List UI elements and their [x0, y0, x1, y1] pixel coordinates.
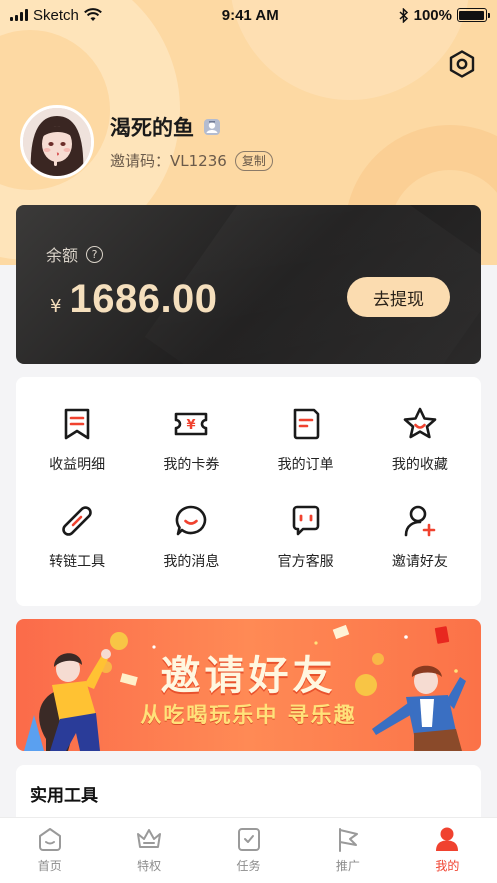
menu-item-earnings[interactable]: 收益明细 — [20, 391, 134, 489]
tab-label: 特权 — [137, 859, 162, 873]
service-icon — [292, 505, 319, 536]
ticket-icon: ¥ — [175, 412, 208, 436]
tab-bar: 首页 特权 任务 推广 我的 — [0, 817, 497, 883]
balance-label-row: 余额 ? — [46, 242, 104, 266]
flag-icon — [338, 828, 358, 852]
wifi-icon — [83, 8, 102, 21]
home-icon — [38, 828, 61, 851]
balance-amount: ¥ 1686.00 — [50, 277, 218, 322]
menu-item-messages[interactable]: 我的消息 — [134, 489, 248, 587]
banner-title: 邀请好友 — [160, 653, 337, 699]
battery-icon — [456, 8, 490, 22]
menu-item-label: 收益明细 — [49, 456, 106, 473]
crown-icon — [137, 829, 162, 848]
menu-item-label: 我的卡券 — [163, 456, 220, 473]
battery-percent: 100% — [413, 6, 452, 24]
currency-symbol: ¥ — [50, 296, 62, 317]
carrier-label: Sketch — [33, 6, 79, 24]
tab-label: 推广 — [335, 859, 360, 873]
status-time: 9:41 AM — [221, 6, 279, 24]
menu-item-favorites[interactable]: 我的收藏 — [363, 391, 477, 489]
tab-home[interactable]: 首页 — [0, 818, 99, 883]
menu-item-orders[interactable]: 我的订单 — [249, 391, 363, 489]
menu-item-invite[interactable]: 邀请好友 — [363, 489, 477, 587]
withdraw-button[interactable]: 去提现 — [347, 277, 450, 317]
chat-bubble-icon — [176, 505, 207, 536]
bookmark-list-icon — [64, 408, 90, 440]
tab-label: 任务 — [236, 859, 261, 873]
menu-item-label: 我的订单 — [277, 456, 334, 473]
tab-promote[interactable]: 推广 — [298, 818, 397, 883]
tab-label: 我的 — [435, 859, 460, 873]
user-icon — [436, 827, 459, 851]
copy-button[interactable]: 复制 — [234, 150, 273, 171]
help-icon[interactable]: ? — [86, 245, 104, 263]
avatar[interactable] — [20, 105, 94, 179]
balance-card: 余额 ? ¥ 1686.00 去提现 — [16, 205, 481, 364]
bluetooth-icon — [399, 7, 408, 23]
signal-icon — [10, 9, 28, 21]
invite-code-label: 邀请码： — [110, 152, 171, 170]
order-doc-icon — [293, 408, 319, 440]
tab-mine[interactable]: 我的 — [398, 818, 497, 883]
svg-text:¥: ¥ — [187, 418, 196, 433]
menu-item-customer-service[interactable]: 官方客服 — [249, 489, 363, 587]
nickname: 渴死的鱼 — [110, 116, 194, 140]
nickname-row: 渴死的鱼 — [110, 112, 222, 142]
status-bar: Sketch 9:41 AM 100% — [0, 0, 497, 30]
banner-subtitle: 从吃喝玩乐中 寻乐趣 — [140, 703, 357, 727]
tools-title: 实用工具 — [30, 786, 98, 806]
menu-item-link-tool[interactable]: 转链工具 — [20, 489, 134, 587]
menu-item-label: 邀请好友 — [391, 554, 448, 571]
menu-item-label: 我的消息 — [163, 554, 220, 571]
link-icon — [62, 506, 92, 537]
tab-privilege[interactable]: 特权 — [99, 818, 198, 883]
invite-code-row: 邀请码： VL1236 复制 — [110, 150, 273, 171]
menu-grid: 收益明细 ¥ 我的卡券 我的订单 我的收藏 转链工具 我的消息 官方客服 邀请好… — [16, 377, 481, 606]
tab-tasks[interactable]: 任务 — [199, 818, 298, 883]
balance-value: 1686.00 — [69, 277, 218, 321]
star-icon — [403, 407, 437, 439]
add-user-icon — [404, 505, 436, 537]
task-icon — [237, 828, 260, 851]
hexagon-settings-icon — [449, 50, 475, 78]
balance-label: 余额 — [46, 246, 79, 265]
tools-section: 实用工具 — [16, 765, 481, 825]
invite-banner[interactable]: 邀请好友 从吃喝玩乐中 寻乐趣 — [16, 619, 481, 751]
menu-item-label: 我的收藏 — [391, 456, 448, 473]
invite-code-value: VL1236 — [170, 151, 227, 170]
settings-button[interactable] — [444, 46, 480, 82]
menu-item-coupons[interactable]: ¥ 我的卡券 — [134, 391, 248, 489]
menu-item-label: 转链工具 — [49, 554, 106, 571]
tab-label: 首页 — [37, 859, 62, 873]
menu-item-label: 官方客服 — [277, 554, 334, 571]
member-badge-icon — [204, 119, 220, 135]
avatar-image — [23, 108, 91, 176]
